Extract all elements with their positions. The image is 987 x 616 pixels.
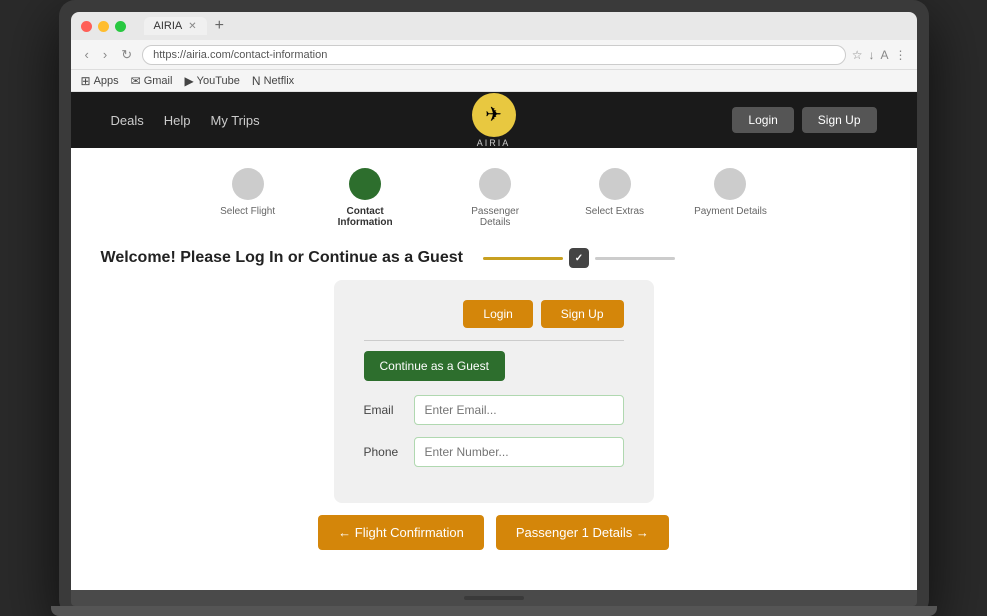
nav-links: Deals Help My Trips	[111, 113, 260, 128]
email-input[interactable]	[414, 395, 624, 425]
traffic-light-red[interactable]	[81, 21, 92, 32]
traffic-light-green[interactable]	[115, 21, 126, 32]
browser-tab[interactable]: AIRIA ✕	[144, 17, 207, 35]
bookmark-icon: ☆	[852, 48, 863, 62]
bookmark-youtube[interactable]: ▶ YouTube	[184, 74, 239, 88]
step-circle-2	[349, 168, 381, 200]
bookmark-gmail-label: Gmail	[144, 75, 173, 87]
back-browser-button[interactable]: ‹	[81, 45, 93, 64]
bookmark-apps-label: Apps	[94, 75, 119, 87]
laptop-bottom-bezel	[71, 590, 917, 606]
account-icon: A	[880, 48, 888, 62]
form-card: Login Sign Up Continue as a Guest Email …	[334, 280, 654, 503]
step-label-3: Passenger Details	[455, 206, 535, 228]
step-payment: Payment Details	[694, 168, 767, 217]
bookmark-netflix-label: Netflix	[264, 75, 295, 87]
nav-help[interactable]: Help	[164, 113, 191, 128]
netflix-icon: N	[252, 74, 261, 88]
bookmark-apps[interactable]: ⊞ Apps	[81, 74, 119, 88]
step-select-extras: Select Extras	[585, 168, 644, 217]
step-select-flight: Select Flight	[220, 168, 275, 217]
main-content: Welcome! Please Log In or Continue as a …	[71, 238, 917, 590]
divider-line	[364, 340, 624, 341]
tab-label: AIRIA	[154, 20, 183, 32]
step-circle-5	[714, 168, 746, 200]
traffic-light-yellow[interactable]	[98, 21, 109, 32]
step-passenger-details: Passenger Details	[455, 168, 535, 228]
bookmarks-bar: ⊞ Apps ✉ Gmail ▶ YouTube N Netflix	[71, 70, 917, 92]
download-icon: ↓	[868, 48, 874, 62]
email-field-row: Email	[364, 395, 624, 425]
nav-my-trips[interactable]: My Trips	[211, 113, 260, 128]
bookmark-netflix[interactable]: N Netflix	[252, 74, 294, 88]
email-label: Email	[364, 403, 404, 417]
step-label-5: Payment Details	[694, 206, 767, 217]
new-tab-button[interactable]: +	[215, 17, 224, 35]
nav-auth-buttons: Login Sign Up	[732, 107, 876, 133]
forward-browser-button[interactable]: ›	[99, 45, 111, 64]
next-to-passenger-details-button[interactable]: Passenger 1 Details →	[496, 515, 669, 550]
phone-label: Phone	[364, 445, 404, 459]
site-navbar: Deals Help My Trips ✈ AIRIA Login Sign U…	[71, 92, 917, 148]
logo-circle: ✈	[472, 93, 516, 137]
form-auth-row: Login Sign Up	[364, 300, 624, 328]
reload-button[interactable]: ↻	[117, 45, 136, 65]
apps-icon: ⊞	[81, 74, 91, 88]
bookmark-gmail[interactable]: ✉ Gmail	[131, 74, 173, 88]
nav-signup-button[interactable]: Sign Up	[802, 107, 877, 133]
nav-login-button[interactable]: Login	[732, 107, 793, 133]
back-to-flight-confirmation-button[interactable]: ← Flight Confirmation	[318, 515, 484, 550]
form-login-button[interactable]: Login	[463, 300, 532, 328]
step-circle-3	[479, 168, 511, 200]
site-logo: ✈ AIRIA	[472, 93, 516, 148]
menu-icon: ⋮	[895, 48, 907, 62]
logo-text: AIRIA	[477, 138, 511, 148]
phone-input[interactable]	[414, 437, 624, 467]
gmail-icon: ✉	[131, 74, 141, 88]
page-title-row: Welcome! Please Log In or Continue as a …	[101, 248, 887, 268]
step-contact-info: Contact Information	[325, 168, 405, 228]
tab-close-btn[interactable]: ✕	[188, 21, 196, 32]
progress-dividers: ✓	[483, 248, 675, 268]
url-text: https://airia.com/contact-information	[153, 49, 327, 61]
phone-field-row: Phone	[364, 437, 624, 467]
step-label-1: Select Flight	[220, 206, 275, 217]
step-label-4: Select Extras	[585, 206, 644, 217]
continue-as-guest-button[interactable]: Continue as a Guest	[364, 351, 505, 381]
nav-deals[interactable]: Deals	[111, 113, 144, 128]
progress-line-2	[595, 257, 675, 260]
logo-emoji: ✈	[485, 102, 502, 127]
step-label-2: Contact Information	[325, 206, 405, 228]
bookmark-youtube-label: YouTube	[197, 75, 240, 87]
progress-dot: ✓	[569, 248, 589, 268]
step-circle-1	[232, 168, 264, 200]
bottom-nav: ← Flight Confirmation Passenger 1 Detail…	[101, 503, 887, 570]
youtube-icon: ▶	[184, 74, 193, 88]
prog-dot-icon: ✓	[575, 253, 583, 264]
progress-steps: Select Flight Contact Information Passen…	[71, 148, 917, 238]
step-circle-4	[599, 168, 631, 200]
page-title-text: Welcome! Please Log In or Continue as a …	[101, 249, 463, 267]
laptop-base	[51, 606, 937, 616]
progress-line-1	[483, 257, 563, 260]
laptop-notch	[464, 596, 524, 600]
form-signup-button[interactable]: Sign Up	[541, 300, 624, 328]
address-bar[interactable]: https://airia.com/contact-information	[142, 45, 846, 65]
